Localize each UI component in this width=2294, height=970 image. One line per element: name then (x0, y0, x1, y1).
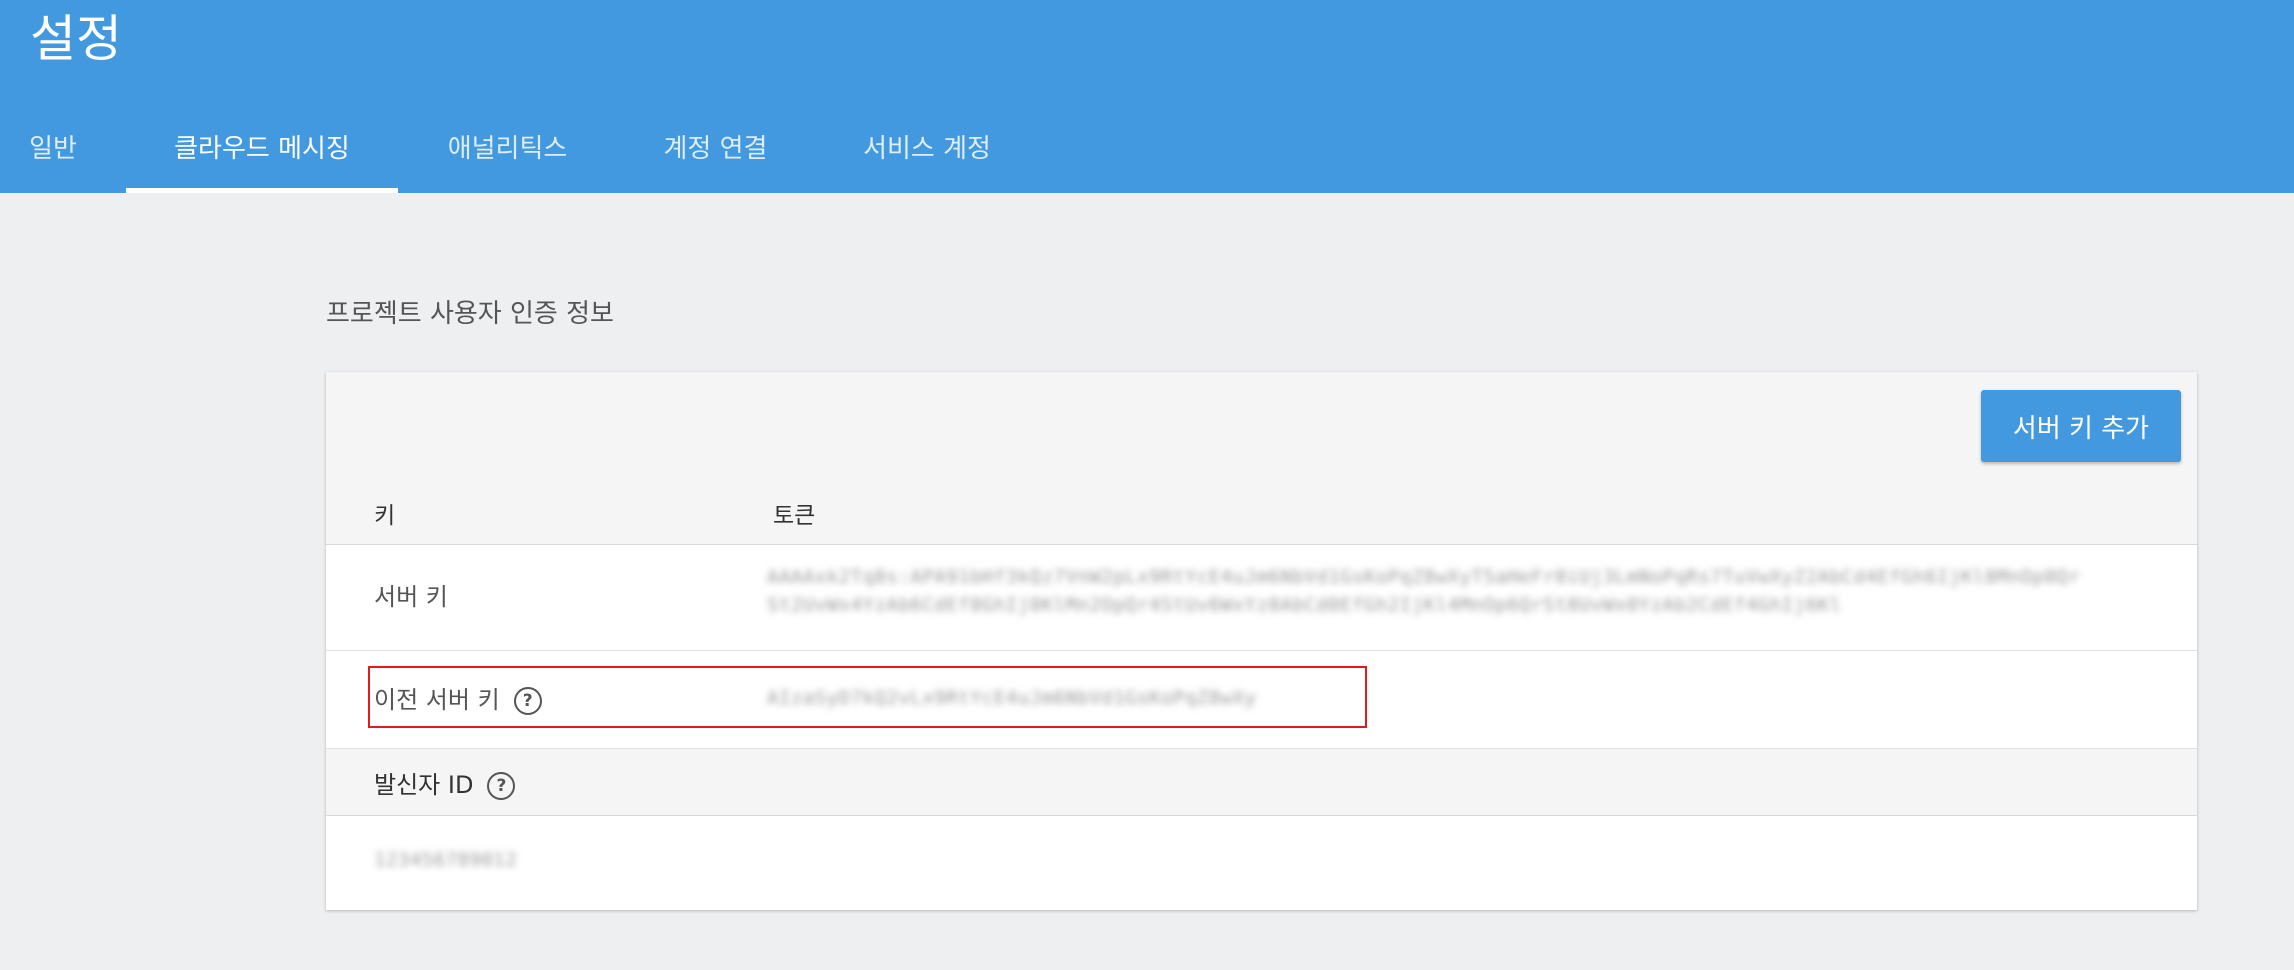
add-server-key-button[interactable]: 서버 키 추가 (1981, 390, 2181, 462)
column-header-token: 토큰 (773, 503, 816, 529)
help-icon[interactable]: ? (513, 687, 542, 715)
legacy-server-key-label-group: 이전 서버 키? (374, 680, 542, 715)
table-header: 키 토큰 (326, 480, 2197, 545)
tab-general[interactable]: 일반 (0, 118, 106, 193)
table-row-sender-id-header: 발신자 ID? (326, 749, 2197, 816)
sender-id-value[interactable]: 123456789012 (374, 846, 517, 874)
legacy-server-key-token[interactable]: AIzaSyD7kQ2vLx9RtYcE4uJm6NbVd1GsKoPqZ8wX… (767, 684, 1257, 712)
server-key-token-line2[interactable]: St2UvWx4YzAb6CdEf8GhIj0KlMn2OpQr4StUv6Wx… (767, 591, 1842, 619)
page-title: 설정 (30, 10, 122, 68)
table-row-sender-id-value: 123456789012 (326, 816, 2197, 910)
table-row-legacy-server-key: 이전 서버 키? AIzaSyD7kQ2vLx9RtYcE4uJm6NbVd1G… (326, 651, 2197, 749)
legacy-server-key-label: 이전 서버 키 (374, 686, 500, 714)
tab-bar: 일반 클라우드 메시징 애널리틱스 계정 연결 서비스 계정 (0, 118, 2294, 193)
table-row-server-key: 서버 키 AAAAxk2Tq8s:APA91bHf3kQz7VnW2pLx9Rt… (326, 545, 2197, 651)
server-key-token-line1[interactable]: AAAAxk2Tq8s:APA91bHf3kQz7VnW2pLx9RtYcE4u… (767, 563, 2080, 591)
sender-id-label: 발신자 ID (374, 771, 474, 799)
card-toolbar: 서버 키 추가 (326, 372, 2197, 481)
tab-analytics[interactable]: 애널리틱스 (420, 118, 595, 193)
help-icon[interactable]: ? (487, 772, 516, 800)
credentials-card: 서버 키 추가 키 토큰 서버 키 AAAAxk2Tq8s:APA91bHf3k… (326, 372, 2197, 910)
tab-account-linking[interactable]: 계정 연결 (633, 118, 798, 193)
section-title: 프로젝트 사용자 인증 정보 (326, 299, 614, 329)
sender-id-label-group: 발신자 ID? (374, 765, 516, 800)
tab-service-accounts[interactable]: 서비스 계정 (842, 118, 1012, 193)
tab-cloud-messaging[interactable]: 클라우드 메시징 (126, 118, 398, 193)
app-header: 설정 일반 클라우드 메시징 애널리틱스 계정 연결 서비스 계정 (0, 0, 2294, 193)
column-header-key: 키 (374, 503, 396, 529)
server-key-label: 서버 키 (374, 583, 448, 611)
